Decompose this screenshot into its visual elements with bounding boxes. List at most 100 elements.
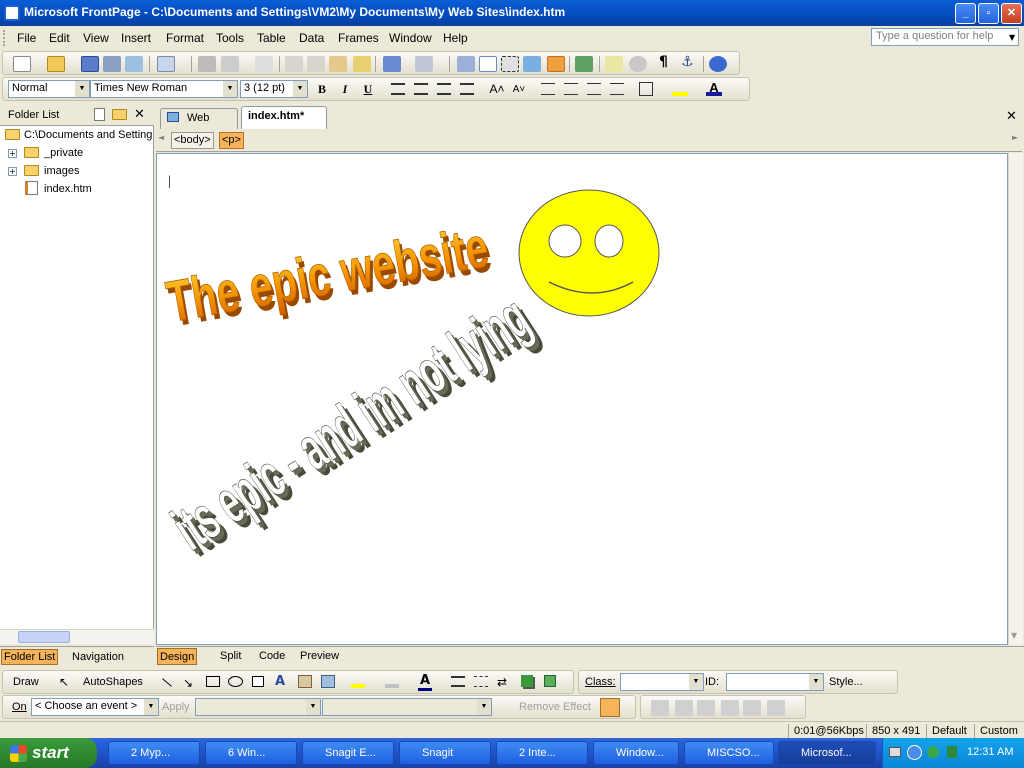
folder-item-private[interactable]: _private bbox=[44, 147, 83, 159]
network-icon[interactable] bbox=[927, 746, 939, 758]
scroll-down-icon[interactable]: ▼ bbox=[1011, 631, 1017, 640]
new-folder-icon[interactable] bbox=[112, 109, 127, 120]
group-icon[interactable] bbox=[767, 700, 785, 716]
taskbar-item[interactable]: Window... bbox=[593, 741, 679, 765]
autoshapes-menu[interactable]: AutoShapes bbox=[83, 676, 143, 688]
clipart-icon[interactable] bbox=[298, 675, 312, 688]
folder-list-tab[interactable]: Folder List bbox=[1, 649, 59, 665]
close-button[interactable]: ✕ bbox=[1001, 3, 1022, 24]
frontpage-app-icon[interactable] bbox=[4, 5, 20, 21]
increase-font-icon[interactable]: A˄ bbox=[488, 81, 506, 98]
highlight-dynamic-icon[interactable] bbox=[600, 698, 620, 717]
bullets-icon[interactable] bbox=[564, 83, 578, 95]
close-icon[interactable]: ✕ bbox=[134, 107, 145, 122]
line-style-icon[interactable] bbox=[451, 676, 465, 687]
menu-tools[interactable]: Tools bbox=[216, 31, 244, 45]
insert-layer-icon[interactable] bbox=[501, 56, 519, 72]
format-painter-icon[interactable] bbox=[353, 56, 371, 72]
effect-select[interactable]: ▼ bbox=[322, 698, 492, 716]
id-select[interactable]: ▼ bbox=[726, 673, 824, 691]
align-left-icon[interactable] bbox=[391, 83, 405, 95]
start-button[interactable]: start bbox=[0, 738, 97, 768]
web-component-icon[interactable] bbox=[457, 56, 475, 72]
taskbar-item[interactable]: MISCSO... bbox=[684, 741, 774, 765]
stop-icon[interactable] bbox=[629, 56, 647, 72]
insert-table-icon[interactable] bbox=[479, 56, 497, 72]
new-page-icon[interactable] bbox=[94, 108, 105, 121]
menu-window[interactable]: Window bbox=[389, 31, 432, 45]
expand-icon[interactable]: + bbox=[8, 149, 17, 158]
font-select[interactable]: Times New Roman ▼ bbox=[90, 80, 238, 98]
font-size-select[interactable]: 3 (12 pt) ▼ bbox=[240, 80, 308, 98]
taskbar-item[interactable]: 6 Win... bbox=[205, 741, 297, 765]
menu-help[interactable]: Help bbox=[443, 31, 468, 45]
smiley-face[interactable] bbox=[518, 189, 660, 317]
italic-button[interactable]: I bbox=[336, 81, 354, 98]
bring-forward-icon[interactable] bbox=[675, 700, 693, 716]
new-page-icon[interactable] bbox=[13, 56, 31, 72]
style-select[interactable]: Normal ▼ bbox=[8, 80, 90, 98]
arrow-icon[interactable]: ↘ bbox=[183, 676, 193, 690]
fill-color-icon[interactable] bbox=[351, 676, 365, 688]
taskbar-item[interactable]: Snagit E... bbox=[302, 741, 394, 765]
underline-button[interactable]: U bbox=[359, 81, 377, 98]
rectangle-icon[interactable] bbox=[206, 676, 220, 687]
send-backward-icon[interactable] bbox=[697, 700, 715, 716]
tab-preview[interactable]: Preview bbox=[298, 648, 341, 665]
picture-icon[interactable] bbox=[321, 675, 335, 688]
align-objects-icon[interactable] bbox=[721, 700, 739, 716]
font-color-icon[interactable]: A bbox=[418, 673, 432, 691]
help-icon[interactable] bbox=[709, 56, 727, 72]
decrease-font-icon[interactable]: A˅ bbox=[510, 81, 528, 98]
taskbar-item[interactable]: Snagit bbox=[399, 741, 491, 765]
chevron-left-icon[interactable]: ◄ bbox=[158, 133, 168, 148]
taskbar-item[interactable]: 2 Myp... bbox=[108, 741, 200, 765]
menu-view[interactable]: View bbox=[83, 31, 109, 45]
arrow-style-icon[interactable]: ⇄ bbox=[497, 675, 507, 689]
remove-effect-button[interactable]: Remove Effect bbox=[519, 701, 591, 713]
save-icon[interactable] bbox=[81, 56, 99, 72]
menu-edit[interactable]: Edit bbox=[49, 31, 70, 45]
preview-in-browser-icon[interactable] bbox=[221, 56, 239, 72]
publish-icon[interactable] bbox=[125, 56, 143, 72]
folder-root[interactable]: C:\Documents and Settings bbox=[24, 129, 152, 141]
menu-insert[interactable]: Insert bbox=[121, 31, 151, 45]
oval-icon[interactable] bbox=[228, 676, 243, 687]
close-document-icon[interactable]: ✕ bbox=[1006, 109, 1017, 124]
expand-icon[interactable]: + bbox=[8, 167, 17, 176]
insert-picture-icon[interactable] bbox=[523, 56, 541, 72]
help-dropdown-icon[interactable]: ▼ bbox=[1009, 33, 1015, 42]
paste-icon[interactable] bbox=[329, 56, 347, 72]
line-color-icon[interactable] bbox=[385, 676, 399, 688]
drawing-icon[interactable] bbox=[547, 56, 565, 72]
numbering-icon[interactable] bbox=[541, 83, 555, 95]
align-right-icon[interactable] bbox=[437, 83, 451, 95]
hyperlink-icon[interactable] bbox=[575, 56, 593, 72]
show-all-icon[interactable]: ¶ bbox=[659, 54, 668, 70]
class-select[interactable]: ▼ bbox=[620, 673, 704, 691]
menu-table[interactable]: Table bbox=[257, 31, 286, 45]
position-absolute-icon[interactable] bbox=[651, 700, 669, 716]
chevron-right-icon[interactable]: ► bbox=[1012, 133, 1022, 148]
align-center-icon[interactable] bbox=[414, 83, 428, 95]
tab-web-site[interactable]: Web Site bbox=[160, 108, 238, 143]
style-button[interactable]: Style... bbox=[829, 676, 863, 688]
bookmark-icon[interactable]: ⚓ bbox=[681, 54, 694, 70]
navigation-tab[interactable]: Navigation bbox=[70, 650, 126, 664]
folder-item-index[interactable]: index.htm bbox=[44, 183, 92, 195]
tab-code[interactable]: Code bbox=[257, 648, 287, 665]
maximize-button[interactable]: ▫ bbox=[978, 3, 999, 24]
undo-icon[interactable] bbox=[383, 56, 401, 72]
folder-item-images[interactable]: images bbox=[44, 165, 79, 177]
open-icon[interactable] bbox=[47, 56, 65, 72]
minimize-button[interactable]: _ bbox=[955, 3, 976, 24]
chevron-left-icon[interactable] bbox=[907, 745, 922, 760]
search-icon[interactable] bbox=[103, 56, 121, 72]
menu-frames[interactable]: Frames bbox=[338, 31, 379, 45]
draw-menu[interactable]: Draw bbox=[13, 676, 39, 688]
folder-hscroll[interactable] bbox=[0, 629, 154, 644]
menu-data[interactable]: Data bbox=[299, 31, 324, 45]
copy-icon[interactable] bbox=[307, 56, 325, 72]
tray-app-icon[interactable] bbox=[947, 746, 957, 758]
spelling-icon[interactable] bbox=[255, 56, 273, 72]
